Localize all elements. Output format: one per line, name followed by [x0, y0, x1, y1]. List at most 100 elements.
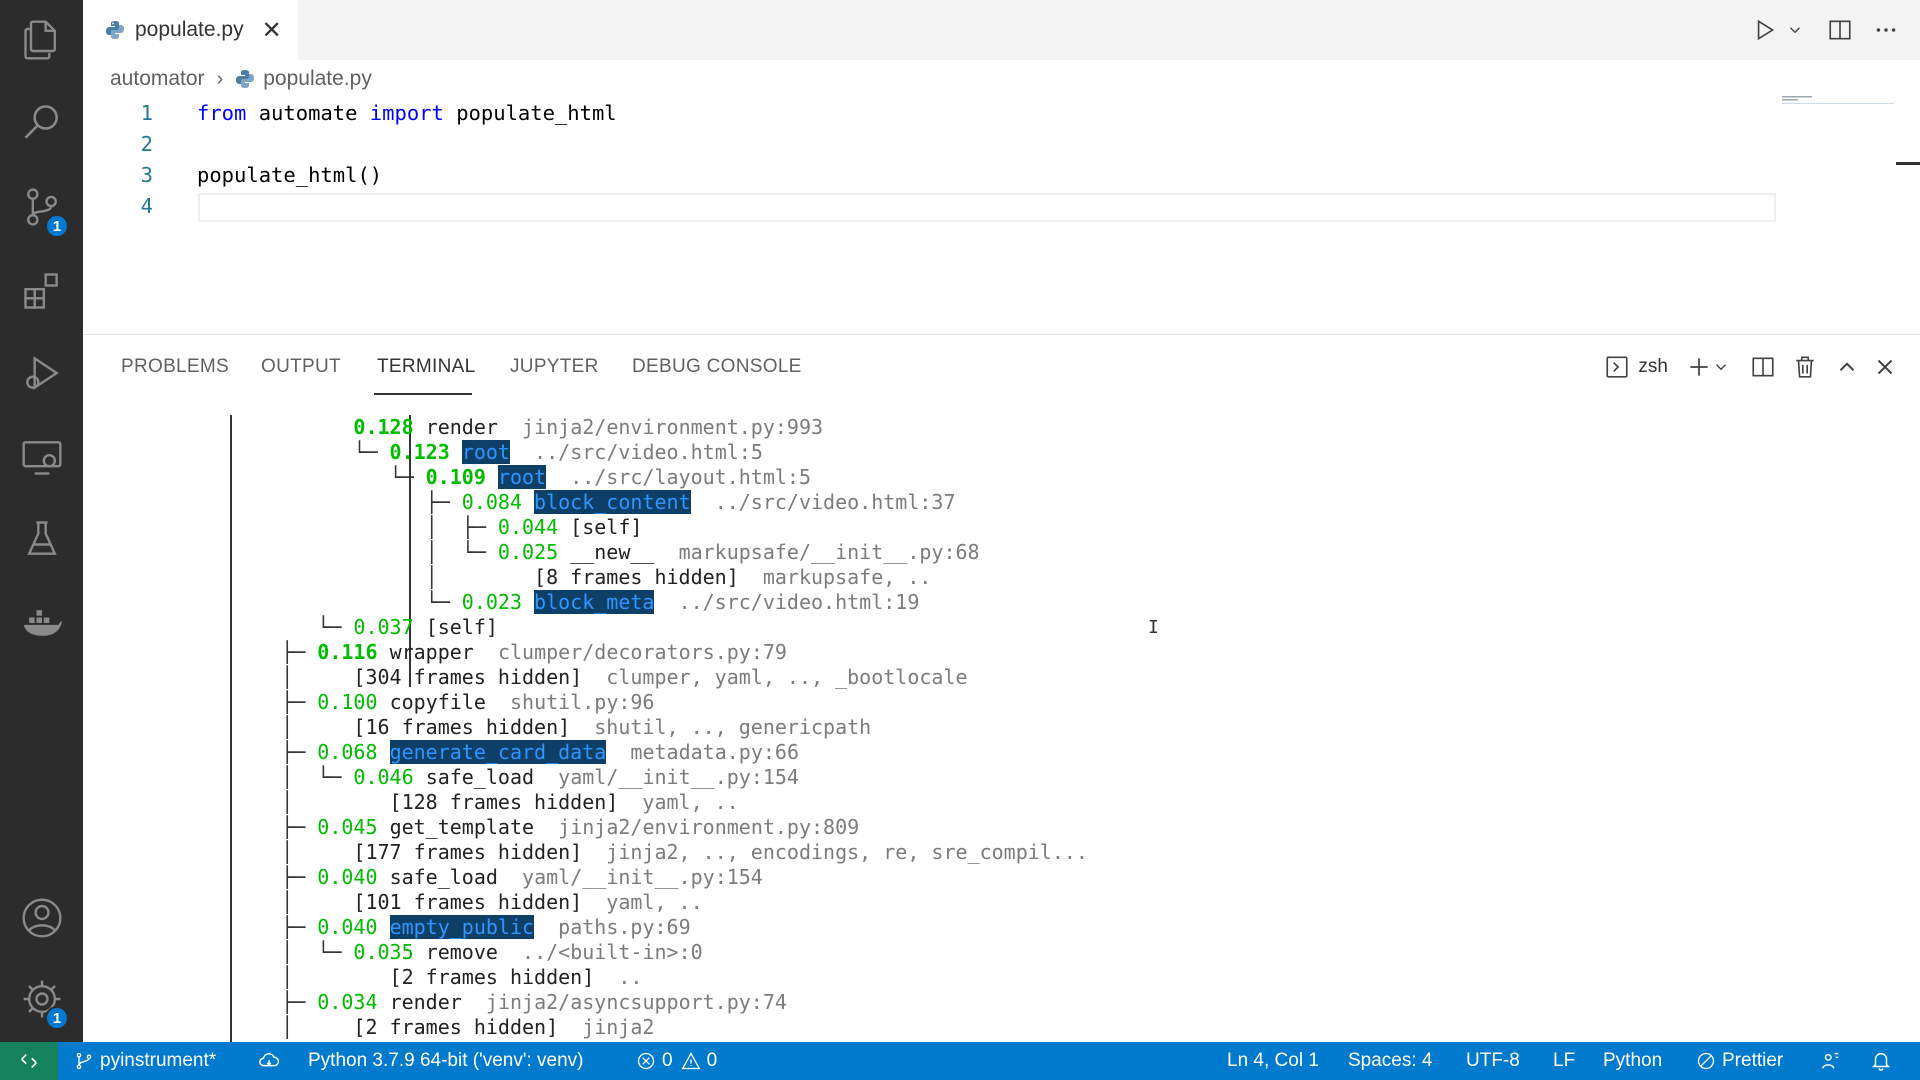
keyword: import — [369, 101, 444, 125]
hidden-frames-label: [16 frames hidden] — [353, 715, 571, 739]
hidden-frames-label: [304 frames hidden] — [353, 665, 583, 689]
chevron-right-icon: › — [216, 67, 224, 90]
breadcrumb-file[interactable]: populate.py — [263, 67, 372, 91]
docker-icon[interactable] — [0, 588, 83, 658]
timing-value: 0.025 — [497, 540, 559, 564]
split-editor-icon[interactable] — [1820, 10, 1860, 50]
prettier-disabled-icon — [1697, 1052, 1715, 1070]
tab-problems[interactable]: PROBLEMS — [121, 356, 229, 378]
cursor-position[interactable]: Ln 4, Col 1 — [1227, 1042, 1319, 1080]
minimap[interactable] — [1782, 96, 1894, 106]
run-file-icon[interactable] — [1744, 10, 1784, 50]
tab-jupyter[interactable]: JUPYTER — [510, 356, 599, 378]
source-location: markupsafe/__init__.py:68 — [678, 540, 980, 564]
new-terminal-icon[interactable] — [1686, 349, 1712, 385]
scm-badge: 1 — [45, 214, 69, 238]
terminal-line: │ ├─ 0.044 [self] — [233, 515, 643, 540]
terminal-dropdown-chevron-icon[interactable] — [1712, 349, 1730, 385]
function-name: root — [461, 440, 510, 464]
function-name: safe_load — [425, 765, 535, 789]
breadcrumb-folder[interactable]: automator — [110, 67, 205, 91]
terminal-line: └─ 0.023 block_meta ../src/video.html:19 — [233, 590, 919, 615]
testing-icon[interactable] — [0, 504, 83, 574]
remote-explorer-icon[interactable] — [0, 422, 83, 492]
terminal-line: │ └─ 0.025 __new__ markupsafe/__init__.p… — [233, 540, 980, 565]
remote-indicator-icon[interactable] — [0, 1042, 58, 1080]
tree-connector: ├─ — [233, 690, 318, 714]
function-name: wrapper — [389, 640, 474, 664]
code-line: 3 populate_html() — [83, 160, 1783, 191]
source-location: ../src/video.html:19 — [678, 590, 920, 614]
code-text: from automate import populate_html — [197, 101, 617, 125]
kill-terminal-trash-icon[interactable] — [1792, 349, 1818, 385]
language-mode[interactable]: Python — [1603, 1042, 1662, 1080]
run-debug-icon[interactable] — [0, 338, 83, 408]
feedback-icon[interactable] — [1820, 1042, 1848, 1080]
terminal-output[interactable]: 0.128 render jinja2/environment.py:993 └… — [83, 415, 1920, 1043]
line-number: 1 — [140, 101, 153, 125]
tab-output[interactable]: OUTPUT — [261, 356, 341, 378]
tree-connector: │ └─ — [233, 540, 498, 564]
editor-tab-populate[interactable]: populate.py ✕ — [83, 0, 298, 60]
explorer-icon[interactable] — [0, 5, 83, 75]
run-dropdown-chevron-icon[interactable] — [1784, 10, 1806, 50]
tree-connector: ├─ — [233, 865, 318, 889]
keyword: from — [197, 101, 247, 125]
source-location: jinja2/environment.py:809 — [558, 815, 860, 839]
prettier-formatter[interactable]: Prettier — [1696, 1042, 1783, 1080]
tree-connector: │ — [233, 1015, 354, 1039]
source-location: shutil, .., genericpath — [594, 715, 872, 739]
more-actions-icon[interactable] — [1866, 10, 1906, 50]
timing-value: 0.044 — [497, 515, 559, 539]
timing-value: 0.035 — [353, 940, 414, 964]
function-name: [self] — [425, 615, 498, 639]
timing-value: 0.100 — [317, 690, 378, 714]
terminal-line: ├─ 0.084 block_content ../src/video.html… — [233, 490, 956, 515]
account-icon[interactable] — [0, 883, 83, 953]
terminal-line: └─ 0.037 [self] — [233, 615, 498, 640]
search-icon[interactable] — [0, 88, 83, 158]
notifications-bell-icon[interactable] — [1870, 1042, 1898, 1080]
terminal-line: │ └─ 0.046 safe_load yaml/__init__.py:15… — [233, 765, 799, 790]
tab-debug-console[interactable]: DEBUG CONSOLE — [632, 356, 802, 378]
git-branch[interactable]: pyinstrument* — [74, 1042, 216, 1080]
timing-value: 0.116 — [317, 640, 378, 664]
function-name: block_meta — [534, 590, 655, 614]
encoding[interactable]: UTF-8 — [1466, 1042, 1520, 1080]
problems-indicator[interactable]: 0 0 — [636, 1042, 717, 1080]
code-line: 2 — [83, 129, 1783, 160]
tree-connector: │ — [233, 715, 354, 739]
timing-value: 0.109 — [425, 465, 486, 489]
maximize-panel-chevron-up-icon[interactable] — [1834, 349, 1860, 385]
source-control-icon[interactable]: 1 — [0, 172, 83, 242]
split-terminal-icon[interactable] — [1750, 349, 1776, 385]
end-of-line[interactable]: LF — [1553, 1042, 1575, 1080]
close-panel-icon[interactable] — [1872, 349, 1898, 385]
python-interpreter[interactable]: Python 3.7.9 64-bit ('venv': venv) — [308, 1042, 584, 1080]
source-location: yaml, .. — [642, 790, 739, 814]
git-branch-icon — [76, 1052, 92, 1070]
function-name: render — [389, 990, 462, 1014]
tree-guide-line — [230, 415, 232, 1043]
line-number: 2 — [140, 132, 153, 156]
indentation[interactable]: Spaces: 4 — [1348, 1042, 1433, 1080]
source-location: yaml/__init__.py:154 — [558, 765, 799, 789]
settings-gear-icon[interactable]: 1 — [0, 964, 83, 1034]
current-line-highlight — [198, 193, 1776, 222]
tab-terminal[interactable]: TERMINAL — [377, 356, 475, 378]
hidden-frames-label: [177 frames hidden] — [353, 840, 583, 864]
status-bar: pyinstrument* Python 3.7.9 64-bit ('venv… — [0, 1042, 1920, 1080]
sync-icon[interactable] — [258, 1042, 286, 1080]
terminal-line: ├─ 0.034 render jinja2/asyncsupport.py:7… — [233, 990, 787, 1015]
terminal-selector[interactable]: zsh — [1604, 349, 1668, 385]
source-location: paths.py:69 — [558, 915, 691, 939]
extensions-icon[interactable] — [0, 256, 83, 326]
source-location: clumper, yaml, .., _bootlocale — [606, 665, 968, 689]
function-name: __new__ — [570, 540, 655, 564]
warning-count: 0 — [706, 1050, 718, 1071]
close-tab-icon[interactable]: ✕ — [262, 16, 282, 45]
timing-value: 0.023 — [461, 590, 522, 614]
function-name: generate_card_data — [389, 740, 607, 764]
tree-connector: ├─ — [233, 740, 318, 764]
function-name: block_content — [534, 490, 691, 514]
